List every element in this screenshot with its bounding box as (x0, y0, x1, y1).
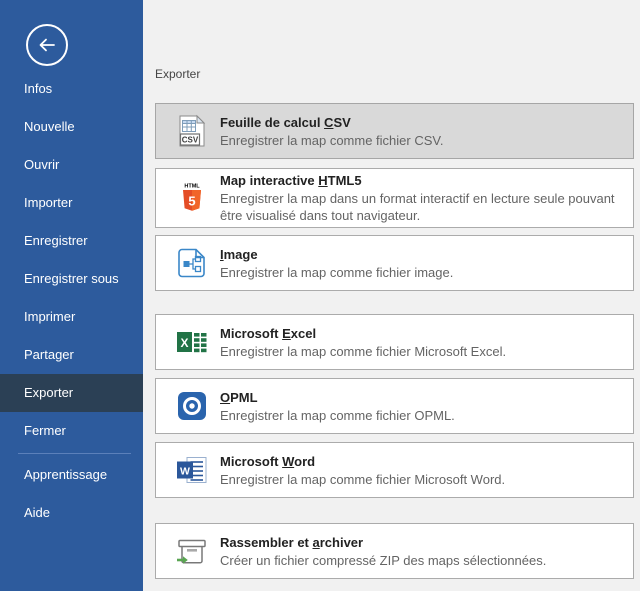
sidebar-item-imprimer[interactable]: Imprimer (0, 298, 143, 336)
archive-zip-icon (175, 534, 209, 568)
sidebar-item-exporter[interactable]: Exporter (0, 374, 143, 412)
image-file-icon (175, 246, 209, 280)
export-option-excel[interactable]: X Microsoft Excel Enregistrer la map com… (155, 314, 634, 370)
export-option-title: Image (220, 246, 453, 263)
html5-icon: HTML 5 (175, 181, 209, 215)
export-option-title: Rassembler et archiver (220, 534, 546, 551)
export-option-description: Enregistrer la map comme fichier Microso… (220, 471, 505, 488)
export-option-image[interactable]: Image Enregistrer la map comme fichier i… (155, 235, 634, 291)
opml-icon (175, 389, 209, 423)
export-option-archive[interactable]: Rassembler et archiver Créer un fichier … (155, 523, 634, 579)
export-option-description: Enregistrer la map comme fichier OPML. (220, 407, 455, 424)
export-option-html5[interactable]: HTML 5 Map interactive HTML5 Enregistrer… (155, 168, 634, 228)
sidebar-item-ouvrir[interactable]: Ouvrir (0, 146, 143, 184)
export-option-title: OPML (220, 389, 455, 406)
sidebar: Infos Nouvelle Ouvrir Importer Enregistr… (0, 0, 143, 591)
sidebar-item-importer[interactable]: Importer (0, 184, 143, 222)
svg-text:W: W (180, 466, 190, 478)
sidebar-nav: Infos Nouvelle Ouvrir Importer Enregistr… (0, 70, 143, 532)
back-button[interactable] (26, 24, 68, 66)
svg-text:5: 5 (188, 194, 195, 209)
export-option-title: Map interactive HTML5 (220, 172, 623, 189)
sidebar-item-nouvelle[interactable]: Nouvelle (0, 108, 143, 146)
export-option-text: Image Enregistrer la map comme fichier i… (220, 246, 453, 281)
export-option-title: Microsoft Word (220, 453, 505, 470)
export-option-text: Feuille de calcul CSV Enregistrer la map… (220, 114, 444, 149)
sidebar-item-fermer[interactable]: Fermer (0, 412, 143, 450)
word-icon: W (175, 453, 209, 487)
svg-text:X: X (180, 336, 188, 350)
csv-spreadsheet-icon: CSV (175, 114, 209, 148)
svg-text:CSV: CSV (182, 136, 199, 145)
export-option-title: Feuille de calcul CSV (220, 114, 444, 131)
export-option-text: Rassembler et archiver Créer un fichier … (220, 534, 546, 569)
arrow-left-icon (37, 37, 57, 53)
sidebar-item-aide[interactable]: Aide (0, 494, 143, 532)
export-option-title: Microsoft Excel (220, 325, 506, 342)
export-option-text: Microsoft Excel Enregistrer la map comme… (220, 325, 506, 360)
export-option-description: Enregistrer la map comme fichier CSV. (220, 132, 444, 149)
svg-text:HTML: HTML (184, 184, 200, 190)
sidebar-item-enregistrer[interactable]: Enregistrer (0, 222, 143, 260)
export-option-description: Créer un fichier compressé ZIP des maps … (220, 552, 546, 569)
export-option-description: Enregistrer la map dans un format intera… (220, 190, 623, 224)
excel-icon: X (175, 325, 209, 359)
export-option-description: Enregistrer la map comme fichier image. (220, 264, 453, 281)
sidebar-divider (18, 453, 131, 454)
export-option-description: Enregistrer la map comme fichier Microso… (220, 343, 506, 360)
export-option-opml[interactable]: OPML Enregistrer la map comme fichier OP… (155, 378, 634, 434)
export-option-csv[interactable]: CSV Feuille de calcul CSV Enregistrer la… (155, 103, 634, 159)
page-title: Exporter (155, 67, 200, 81)
sidebar-item-infos[interactable]: Infos (0, 70, 143, 108)
export-pane: Exporter CSV Feuille de calcul CSV Enreg… (143, 0, 640, 591)
sidebar-item-enregistrer-sous[interactable]: Enregistrer sous (0, 260, 143, 298)
export-option-word[interactable]: W Microsoft Word Enregistrer la map comm… (155, 442, 634, 498)
sidebar-item-partager[interactable]: Partager (0, 336, 143, 374)
export-option-text: Microsoft Word Enregistrer la map comme … (220, 453, 505, 488)
backstage-view: Infos Nouvelle Ouvrir Importer Enregistr… (0, 0, 640, 591)
export-option-text: OPML Enregistrer la map comme fichier OP… (220, 389, 455, 424)
sidebar-item-apprentissage[interactable]: Apprentissage (0, 456, 143, 494)
export-option-text: Map interactive HTML5 Enregistrer la map… (220, 172, 623, 224)
